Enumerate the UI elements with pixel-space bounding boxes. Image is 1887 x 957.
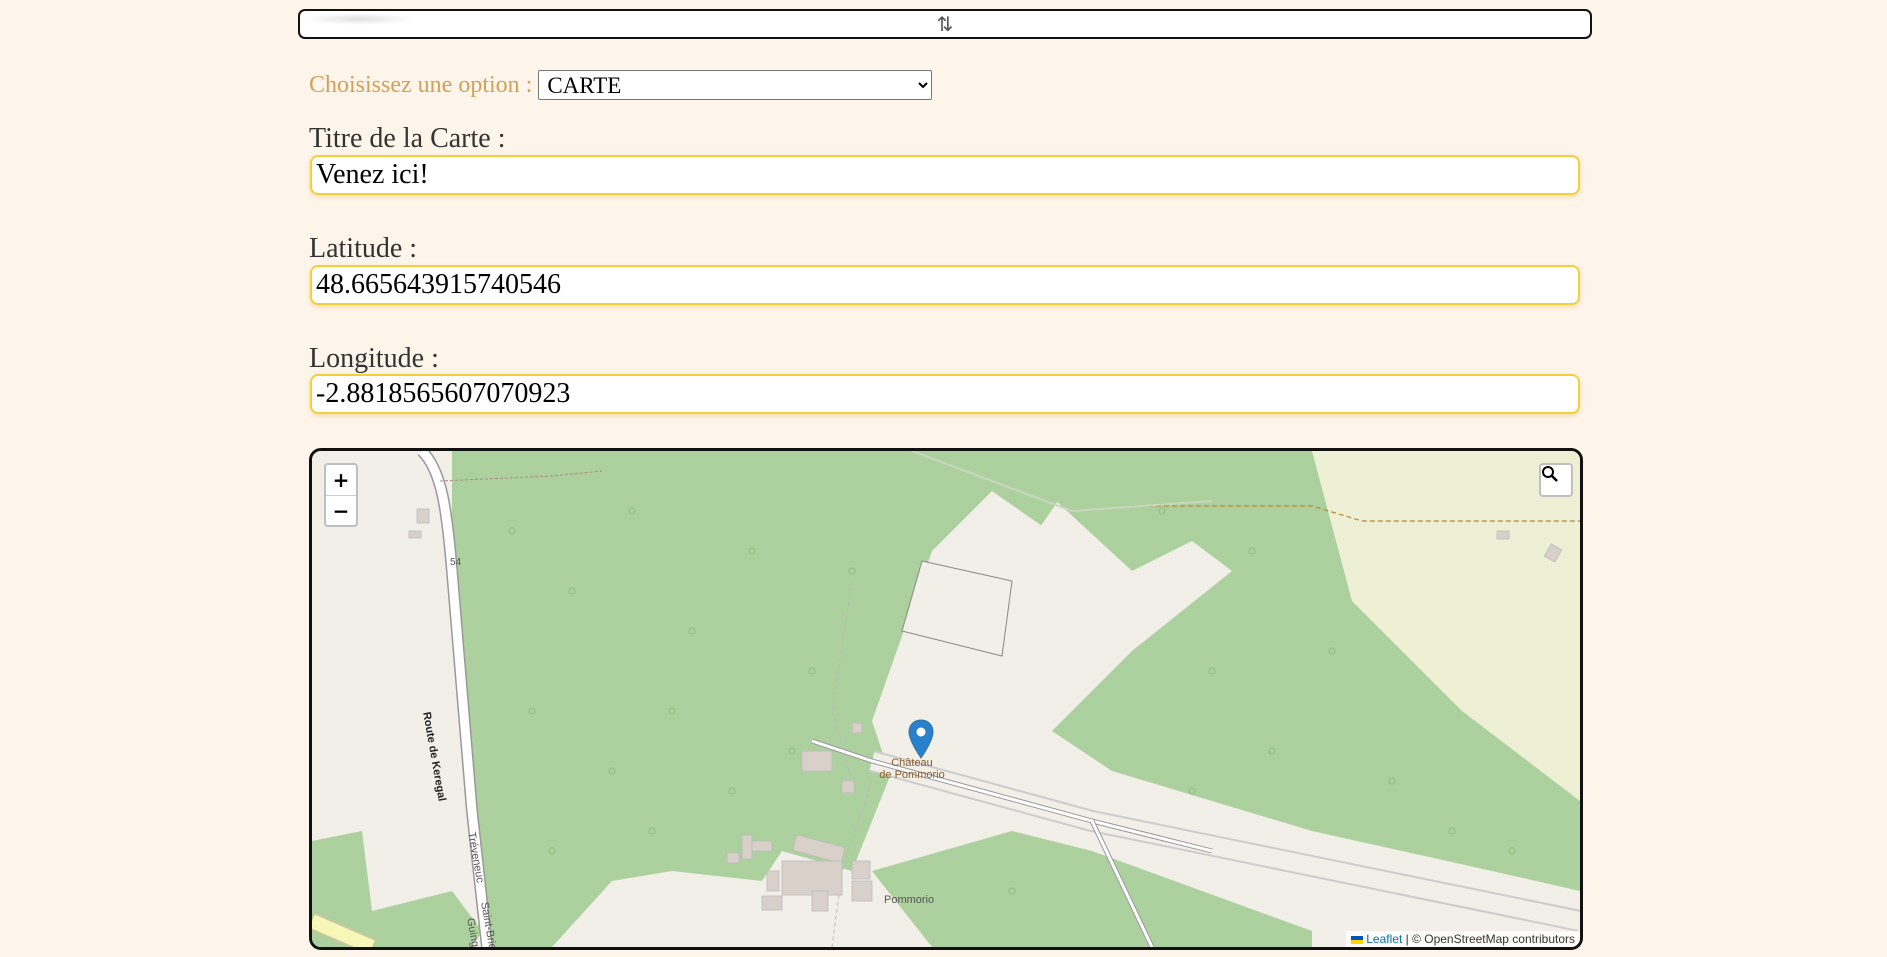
place-label: Pommorio [884, 894, 935, 906]
map-attribution: Leaflet | © OpenStreetMap contributors [1345, 931, 1580, 947]
longitude-label: Longitude : [309, 343, 439, 374]
map-pin-icon[interactable] [908, 719, 934, 759]
attribution-text: | © OpenStreetMap contributors [1405, 932, 1575, 946]
map-search-button[interactable] [1539, 463, 1573, 497]
option-label: Choisissez une option : [309, 71, 533, 98]
option-row: Choisissez une option : CARTE [309, 70, 933, 100]
up-down-arrows-icon: ⇅ [936, 12, 954, 36]
magnifier-icon [1542, 466, 1558, 482]
latitude-label: Latitude : [309, 233, 418, 264]
ukraine-flag-icon [1350, 935, 1363, 944]
poi-label: Château de Pommorio [872, 757, 952, 781]
road-number: 54 [450, 557, 462, 568]
title-label: Titre de la Carte : [309, 123, 506, 154]
collapse-toggle-button[interactable]: ⇅ [298, 9, 1592, 39]
poi-name-line2: de Pommorio [879, 769, 945, 781]
zoom-out-button[interactable]: − [326, 495, 356, 525]
poi-name-line1: Château [891, 757, 933, 769]
zoom-in-button[interactable]: + [326, 465, 356, 495]
leaflet-link[interactable]: Leaflet [1366, 932, 1402, 946]
title-input[interactable] [310, 155, 1580, 195]
map-container[interactable]: + − Château de Pommorio Pommorio Route d… [309, 448, 1583, 950]
zoom-control: + − [324, 463, 358, 527]
latitude-input[interactable] [310, 265, 1580, 305]
toggle-shadow [304, 13, 414, 25]
map-tiles[interactable] [312, 451, 1580, 947]
option-select[interactable]: CARTE [538, 70, 933, 100]
longitude-input[interactable] [310, 374, 1580, 414]
